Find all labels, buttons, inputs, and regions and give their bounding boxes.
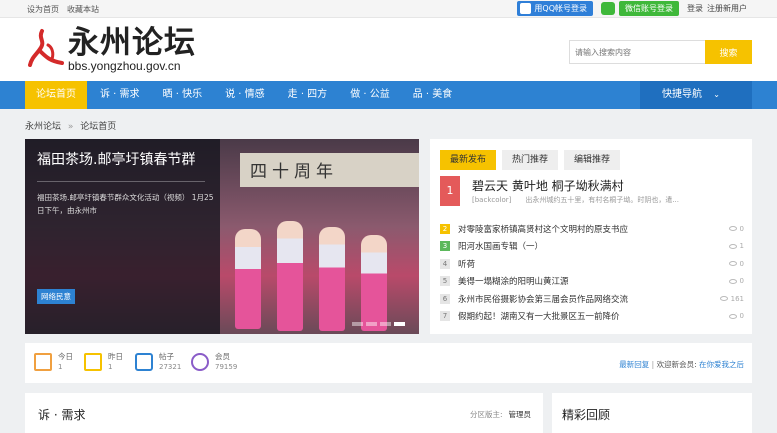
list-item-title[interactable]: 对零陵富家桥镇高贤村这个文明村的原支书应: [458, 223, 628, 235]
nav-item-emotion[interactable]: 说 · 情感: [215, 81, 275, 109]
section-title: 精彩回顾: [562, 408, 611, 422]
list-item-title[interactable]: 阳河水国画专辑（一）: [458, 240, 543, 252]
forum-stats: 今日 1 昨日 1 帖子 27321 会员 79159 最新回复 | 欢迎新会员: 在你…: [25, 343, 752, 383]
breadcrumb: 永州论坛 » 论坛首页: [25, 119, 116, 132]
breadcrumb-current: 论坛首页: [80, 122, 117, 132]
breadcrumb-separator: »: [67, 122, 74, 132]
rank-badge: 2: [440, 223, 450, 234]
site-logo[interactable]: 永州论坛 bbs.yongzhou.gov.cn: [28, 26, 196, 72]
search-box: 搜索: [569, 40, 752, 64]
nav-item-home[interactable]: 论坛首页: [25, 81, 87, 109]
qq-icon: [520, 3, 532, 14]
new-member-link[interactable]: 在你爱我之后: [699, 360, 744, 369]
calendar-icon: [34, 353, 52, 371]
register-link[interactable]: 注册新用户: [707, 3, 747, 14]
slide-title[interactable]: 福田茶场.邮亭圩镇春节群: [37, 151, 195, 169]
slide-divider: [37, 181, 205, 182]
qq-login-button[interactable]: 用QQ帐号登录: [517, 1, 593, 16]
top-post-desc: [backcolor] 出永州城约五十里，有村名桐子坳。时阴也，遣...: [472, 196, 680, 204]
eye-icon: [728, 261, 737, 267]
bookmark-link[interactable]: 收藏本站: [67, 4, 99, 15]
tab-editor[interactable]: 编辑推荐: [564, 150, 621, 170]
rank-badge: 6: [440, 293, 450, 304]
list-item[interactable]: 4 听荷 0: [440, 255, 744, 273]
slide-figure: [235, 229, 261, 329]
slide-description: 福田茶场.邮亭圩镇春节群众文化活动（视频） 1月25日下午，由永州市: [37, 193, 214, 215]
users-icon: [191, 353, 209, 371]
rank-badge: 5: [440, 276, 450, 287]
section-title[interactable]: 诉 · 需求: [38, 406, 85, 423]
eye-icon: [728, 226, 737, 232]
section-review: 精彩回顾: [552, 393, 752, 433]
header: 永州论坛 bbs.yongzhou.gov.cn 搜索: [0, 18, 777, 81]
rank-badge: 7: [440, 311, 450, 322]
search-button[interactable]: 搜索: [705, 40, 752, 64]
list-item[interactable]: 5 美得一塌糊涂的阳明山黄江源 0: [440, 273, 744, 291]
nav-item-charity[interactable]: 做 · 公益: [340, 81, 400, 109]
quick-nav-button[interactable]: 快捷导航 ⌄: [640, 81, 752, 109]
eye-icon: [719, 296, 728, 302]
rank-badge: 3: [440, 241, 450, 252]
slide-sign: 四十周年: [240, 153, 419, 187]
wechat-icon: [601, 2, 615, 15]
list-item-title[interactable]: 美得一塌糊涂的阳明山黄江源: [458, 275, 569, 287]
logo-mark-icon: [28, 27, 64, 71]
slider-dots: [352, 322, 405, 326]
main-nav: 论坛首页 诉 · 需求 晒 · 快乐 说 · 情感 走 · 四方 做 · 公益 …: [0, 81, 777, 109]
top-bar: 设为首页 收藏本站 用QQ帐号登录 微信账号登录 登录 注册新用户: [0, 0, 777, 18]
slide-caption-panel: 福田茶场.邮亭圩镇春节群 福田茶场.邮亭圩镇春节群众文化活动（视频） 1月25日…: [25, 139, 220, 334]
eye-icon: [728, 243, 737, 249]
logo-cn: 永州论坛: [68, 25, 196, 61]
list-item[interactable]: 7 假期约起！湖南又有一大批景区五一前降价 0: [440, 308, 744, 326]
login-link[interactable]: 登录: [687, 3, 703, 14]
list-item-title[interactable]: 假期约起！湖南又有一大批景区五一前降价: [458, 310, 620, 322]
list-item[interactable]: 2 对零陵富家桥镇高贤村这个文明村的原支书应 0: [440, 220, 744, 238]
section-moderator: 分区版主: 管理员: [469, 410, 532, 419]
slide-figure: [319, 227, 345, 331]
image-slider[interactable]: 四十周年 福田茶场.邮亭圩镇春节群 福田茶场.邮亭圩镇春节群众文化活动（视频） …: [25, 139, 419, 334]
stat-yesterday: 昨日 1: [84, 351, 123, 373]
hot-posts-panel: 最新发布 热门推荐 编辑推荐 1 碧云天 黄叶地 桐子坳秋满村 [backcol…: [430, 139, 752, 334]
stat-members: 会员 79159: [191, 351, 237, 373]
rank-badge: 1: [440, 176, 460, 206]
moderator-link[interactable]: 管理员: [509, 410, 532, 419]
slide-figure: [361, 235, 387, 331]
eye-icon: [728, 313, 737, 319]
nav-item-needs[interactable]: 诉 · 需求: [90, 81, 150, 109]
logo-en: bbs.yongzhou.gov.cn: [68, 59, 181, 73]
new-member-info: 最新回复 | 欢迎新会员: 在你爱我之后: [619, 360, 744, 369]
hot-list: 2 对零陵富家桥镇高贤村这个文明村的原支书应 0 3 阳河水国画专辑（一） 1 …: [440, 220, 744, 325]
list-item[interactable]: 3 阳河水国画专辑（一） 1: [440, 238, 744, 256]
stat-today: 今日 1: [34, 351, 73, 373]
slide-tag[interactable]: 网络民意: [37, 289, 75, 304]
list-item[interactable]: 6 永州市民俗摄影协会第三届会员作品网络交流 161: [440, 290, 744, 308]
wechat-login-button[interactable]: 微信账号登录: [619, 1, 679, 16]
nav-item-travel[interactable]: 走 · 四方: [278, 81, 338, 109]
slider-dot[interactable]: [366, 322, 377, 326]
nav-item-food[interactable]: 品 · 美食: [403, 81, 463, 109]
latest-reply-link[interactable]: 最新回复: [619, 360, 649, 369]
list-item-title[interactable]: 听荷: [458, 258, 475, 270]
top-post-title[interactable]: 碧云天 黄叶地 桐子坳秋满村: [472, 177, 732, 194]
eye-icon: [728, 278, 737, 284]
search-input[interactable]: [569, 40, 705, 64]
calendar-icon: [84, 353, 102, 371]
breadcrumb-root[interactable]: 永州论坛: [25, 122, 61, 132]
chevron-down-icon: ⌄: [713, 90, 720, 99]
section-needs: 诉 · 需求 分区版主: 管理员: [25, 393, 543, 433]
stat-posts: 帖子 27321: [135, 351, 181, 373]
list-item-title[interactable]: 永州市民俗摄影协会第三届会员作品网络交流: [458, 293, 628, 305]
slider-dot[interactable]: [352, 322, 363, 326]
slider-dot[interactable]: [380, 322, 391, 326]
chat-icon: [135, 353, 153, 371]
tab-latest[interactable]: 最新发布: [440, 150, 497, 170]
set-home-link[interactable]: 设为首页: [27, 4, 59, 15]
slider-dot-active[interactable]: [394, 322, 405, 326]
nav-item-happy[interactable]: 晒 · 快乐: [153, 81, 213, 109]
slide-figure: [277, 221, 303, 331]
tab-popular[interactable]: 热门推荐: [502, 150, 559, 170]
rank-badge: 4: [440, 258, 450, 269]
